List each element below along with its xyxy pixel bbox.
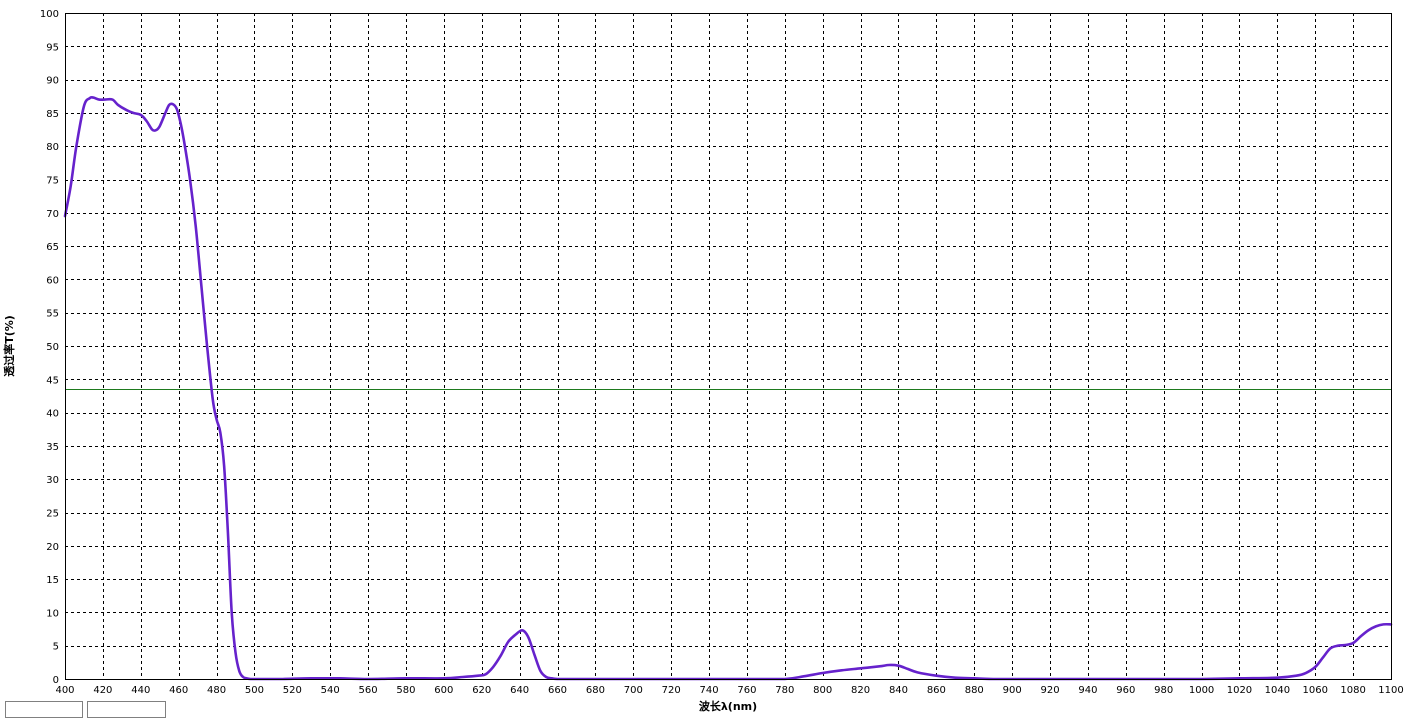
y-tick-labels: 0 5 10 15 20 25 30 35 40 45 50 55 60 65 70 75 80 85 90 95 10… — [40, 9, 59, 686]
y-tick-label: 80 — [46, 142, 59, 153]
y-tick-label: 75 — [46, 176, 59, 187]
x-tick-label: 400 — [55, 685, 74, 696]
x-tick-label: 840 — [889, 685, 908, 696]
transmittance-chart: 400 420 440 460 480 500 520 540 560 580 600 620 640 6… — [0, 0, 1427, 718]
x-tick-label: 1060 — [1303, 685, 1328, 696]
x-tick-label: 900 — [1003, 685, 1022, 696]
x-tick-label: 980 — [1154, 685, 1173, 696]
x-tick-label: 600 — [434, 685, 453, 696]
y-tick-label: 5 — [53, 642, 59, 653]
y-tick-label: 95 — [46, 42, 59, 53]
y-tick-label: 30 — [46, 475, 59, 486]
x-tick-label: 820 — [851, 685, 870, 696]
y-tick-label: 100 — [40, 9, 59, 20]
y-tick-label: 20 — [46, 542, 59, 553]
chart-canvas: 400 420 440 460 480 500 520 540 560 580 600 620 640 6… — [2, 9, 1404, 713]
y-axis-title: 透过率T(%) — [2, 315, 16, 377]
grid-lines — [65, 13, 1391, 679]
x-tick-label: 540 — [321, 685, 340, 696]
x-tick-label: 800 — [813, 685, 832, 696]
x-tick-label: 640 — [510, 685, 529, 696]
x-tick-label: 920 — [1040, 685, 1059, 696]
y-tick-label: 60 — [46, 275, 59, 286]
series-layer — [63, 95, 1393, 681]
x-tick-label: 720 — [662, 685, 681, 696]
x-tick-label: 780 — [775, 685, 794, 696]
y-tick-label: 40 — [46, 409, 59, 420]
y-tick-label: 25 — [46, 509, 59, 520]
x-tick-label: 620 — [472, 685, 491, 696]
status-box-left — [5, 701, 83, 718]
x-tick-label: 660 — [548, 685, 567, 696]
x-tick-label: 700 — [624, 685, 643, 696]
x-tick-label: 880 — [965, 685, 984, 696]
y-tick-label: 70 — [46, 209, 59, 220]
x-tick-label: 1020 — [1227, 685, 1252, 696]
y-tick-label: 85 — [46, 109, 59, 120]
y-tick-label: 55 — [46, 309, 59, 320]
x-tick-label: 1000 — [1189, 685, 1214, 696]
x-tick-label: 760 — [737, 685, 756, 696]
x-tick-label: 460 — [169, 685, 188, 696]
x-tick-label: 1100 — [1378, 685, 1403, 696]
y-tick-label: 45 — [46, 375, 59, 386]
x-tick-label: 520 — [283, 685, 302, 696]
x-tick-label: 940 — [1078, 685, 1097, 696]
x-tick-label: 1080 — [1340, 685, 1365, 696]
x-tick-labels: 400 420 440 460 480 500 520 540 560 580 600 620 640 6… — [55, 685, 1403, 696]
x-tick-label: 580 — [396, 685, 415, 696]
x-tick-label: 960 — [1116, 685, 1135, 696]
x-tick-label: 560 — [359, 685, 378, 696]
y-tick-label: 90 — [46, 76, 59, 87]
status-box-right — [87, 701, 166, 718]
y-tick-label: 10 — [46, 608, 59, 619]
y-tick-label: 50 — [46, 342, 59, 353]
x-tick-label: 1040 — [1265, 685, 1290, 696]
x-tick-label: 680 — [586, 685, 605, 696]
x-axis-title: 波长λ(nm) — [699, 699, 757, 713]
series-line-0 — [63, 95, 1393, 681]
x-tick-label: 500 — [245, 685, 264, 696]
y-tick-label: 15 — [46, 575, 59, 586]
x-tick-label: 480 — [207, 685, 226, 696]
x-tick-label: 420 — [93, 685, 112, 696]
y-tick-label: 35 — [46, 442, 59, 453]
x-tick-label: 860 — [927, 685, 946, 696]
x-tick-label: 740 — [700, 685, 719, 696]
y-tick-label: 65 — [46, 242, 59, 253]
x-tick-label: 440 — [131, 685, 150, 696]
y-tick-label: 0 — [53, 675, 59, 686]
